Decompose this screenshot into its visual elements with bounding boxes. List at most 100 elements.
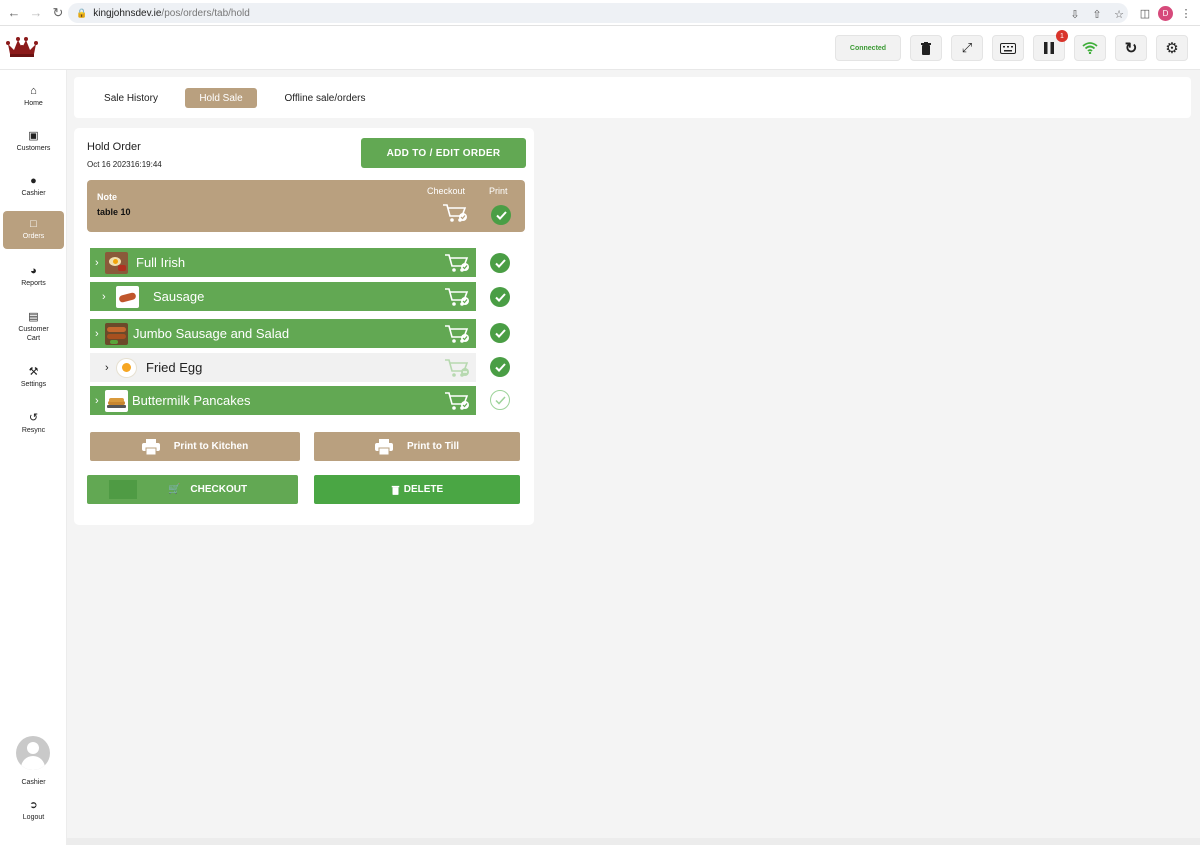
full-irish-thumbnail (105, 251, 128, 274)
jumbo-sausage-thumbnail (105, 322, 128, 345)
keyboard-icon[interactable] (992, 35, 1024, 61)
expand-icon[interactable]: ⤢ (951, 35, 983, 61)
gear-icon[interactable]: ⚙ (1156, 35, 1188, 61)
chevron-right-icon[interactable]: › (95, 328, 105, 340)
tab-sale-history[interactable]: Sale History (92, 88, 170, 108)
note-label: Note (97, 192, 117, 202)
sidebar-item-label: Customers (16, 144, 51, 152)
checkout-button[interactable]: 🛒 CHECKOUT (87, 475, 298, 504)
forward-arrow-icon[interactable]: → (25, 2, 47, 24)
wrench-icon: ⚒ (28, 365, 39, 378)
order-item-row[interactable]: › Full Irish (90, 248, 476, 277)
sidebar-item-label: Orders (22, 232, 45, 240)
print-all-check-icon[interactable] (491, 205, 511, 225)
print-to-kitchen-button[interactable]: Print to Kitchen (90, 432, 300, 461)
address-bar[interactable]: 🔒 kingjohnsdev.ie/pos/orders/tab/hold ⇩ … (68, 3, 1128, 23)
delete-label: DELETE (403, 484, 444, 495)
home-icon: ⌂ (30, 84, 37, 97)
sidebar-item-label: Cashier (21, 189, 46, 197)
print-check-icon[interactable] (490, 323, 510, 343)
chevron-right-icon[interactable]: › (95, 395, 105, 407)
print-check-icon[interactable] (490, 357, 510, 377)
wifi-icon[interactable] (1074, 35, 1106, 61)
chevron-right-icon[interactable]: › (105, 362, 115, 374)
order-item-row[interactable]: › Fried Egg (90, 353, 476, 382)
order-item-row[interactable]: › Sausage (90, 282, 476, 311)
hold-order-title: Hold Order (87, 141, 141, 153)
undo-icon: ↺ (28, 411, 39, 424)
printer-icon (374, 438, 393, 455)
bookmark-star-icon[interactable]: ☆ (1110, 5, 1128, 23)
print-to-till-button[interactable]: Print to Till (314, 432, 520, 461)
order-item-name: Full Irish (136, 255, 186, 270)
back-arrow-icon[interactable]: ← (3, 2, 25, 24)
order-item-name: Fried Egg (146, 360, 203, 375)
user-role-label: Cashier (21, 779, 46, 786)
pause-icon[interactable]: 1 (1033, 30, 1068, 61)
chevron-right-icon[interactable]: › (102, 291, 112, 303)
sidebar-item-customer-cart[interactable]: ▤ Customer Cart (3, 306, 64, 350)
side-panel-icon[interactable]: ◫ (1136, 4, 1154, 22)
sidebar-item-reports[interactable]: ◕ Reports (3, 258, 64, 296)
add-edit-order-button[interactable]: ADD TO / EDIT ORDER (361, 138, 526, 168)
cart-check-icon[interactable] (444, 286, 470, 308)
share-icon[interactable]: ⇧ (1088, 5, 1106, 23)
print-to-till-label: Print to Till (406, 441, 460, 452)
contact-card-icon: ▣ (28, 129, 39, 142)
logout-button[interactable]: ➲ Logout (0, 800, 67, 821)
url-host: kingjohnsdev.ie (93, 7, 162, 19)
sidebar: ⌂ Home ▣ Customers ● Cashier □ Orders ◕ … (0, 70, 67, 845)
logout-icon: ➲ (29, 800, 38, 811)
url-path: /pos/orders/tab/hold (161, 7, 250, 19)
sidebar-item-resync[interactable]: ↺ Resync (3, 405, 64, 443)
order-item-name: Buttermilk Pancakes (132, 393, 251, 408)
chevron-right-icon[interactable]: › (95, 257, 105, 269)
print-check-icon[interactable] (490, 253, 510, 273)
avatar[interactable] (16, 736, 50, 770)
refresh-icon[interactable]: ↻ (1115, 35, 1147, 61)
note-text: table 10 (97, 207, 131, 217)
browser-menu-icon[interactable]: ⋮ (1177, 4, 1195, 22)
sidebar-item-orders[interactable]: □ Orders (3, 211, 64, 249)
order-tabs: Sale History Hold Sale Offline sale/orde… (74, 77, 1191, 118)
sidebar-item-customers[interactable]: ▣ Customers (3, 123, 64, 161)
order-item-row[interactable]: › Jumbo Sausage and Salad (90, 319, 476, 348)
trash-icon[interactable] (910, 35, 942, 61)
sidebar-item-label: Settings (20, 380, 47, 388)
order-item-row[interactable]: › Buttermilk Pancakes (90, 386, 476, 415)
browser-toolbar: ← → ↻ 🔒 kingjohnsdev.ie/pos/orders/tab/h… (0, 0, 1200, 26)
sidebar-item-label: Customer Cart (18, 326, 49, 342)
delete-button[interactable]: DELETE (314, 475, 520, 504)
order-item-name: Jumbo Sausage and Salad (133, 326, 290, 341)
crown-logo-icon (6, 37, 38, 57)
cart-icon: 🛒 (167, 484, 181, 495)
tab-hold-sale[interactable]: Hold Sale (185, 88, 257, 108)
print-check-icon[interactable] (490, 287, 510, 307)
pause-badge: 1 (1056, 30, 1068, 42)
tab-offline-orders[interactable]: Offline sale/orders (273, 88, 377, 108)
fried-egg-thumbnail (115, 357, 138, 379)
cart-checked-out-icon[interactable] (444, 357, 470, 379)
connection-status-button[interactable]: Connected (835, 35, 901, 61)
app-header: Connected ⤢ 1 ↻ ⚙ (0, 26, 1200, 70)
logout-label: Logout (22, 814, 45, 821)
bottom-strip (67, 838, 1200, 845)
cart-check-icon[interactable] (442, 202, 468, 224)
document-icon: □ (30, 217, 37, 230)
gauge-icon: ◕ (30, 264, 37, 277)
profile-avatar[interactable]: D (1158, 5, 1173, 21)
sidebar-item-cashier[interactable]: ● Cashier (3, 168, 64, 206)
print-unchecked-icon[interactable] (490, 390, 510, 410)
sausage-thumbnail (116, 285, 139, 308)
trash-icon (391, 485, 400, 495)
order-note: Note table 10 Checkout Print (87, 180, 525, 232)
cart-check-icon[interactable] (444, 323, 470, 345)
sidebar-item-home[interactable]: ⌂ Home (3, 78, 64, 116)
cart-check-icon[interactable] (444, 390, 470, 412)
cart-check-icon[interactable] (444, 252, 470, 274)
checkout-column-label: Checkout (427, 186, 466, 196)
install-icon[interactable]: ⇩ (1066, 5, 1084, 23)
reload-icon[interactable]: ↻ (47, 2, 69, 24)
sidebar-item-settings[interactable]: ⚒ Settings (3, 359, 64, 397)
hold-order-date: Oct 16 202316:19:44 (87, 160, 162, 169)
